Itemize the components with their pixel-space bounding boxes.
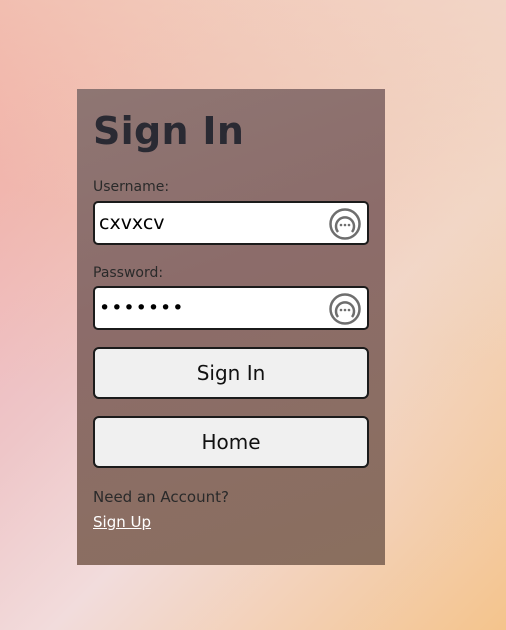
password-manager-icon[interactable] (329, 208, 361, 240)
username-field[interactable] (93, 201, 369, 245)
sign-in-card: Sign In Username: Password: Sig (77, 89, 385, 565)
password-label: Password: (93, 265, 164, 281)
password-input[interactable] (99, 288, 319, 328)
password-manager-icon[interactable] (329, 293, 361, 325)
sign-in-button[interactable]: Sign In (93, 347, 369, 399)
username-input[interactable] (99, 203, 319, 243)
need-account-text: Need an Account? (93, 488, 229, 506)
home-button[interactable]: Home (93, 416, 369, 468)
username-label: Username: (93, 179, 170, 195)
sign-up-link[interactable]: Sign Up (93, 513, 151, 531)
page-title: Sign In (93, 109, 245, 153)
password-field[interactable] (93, 286, 369, 330)
